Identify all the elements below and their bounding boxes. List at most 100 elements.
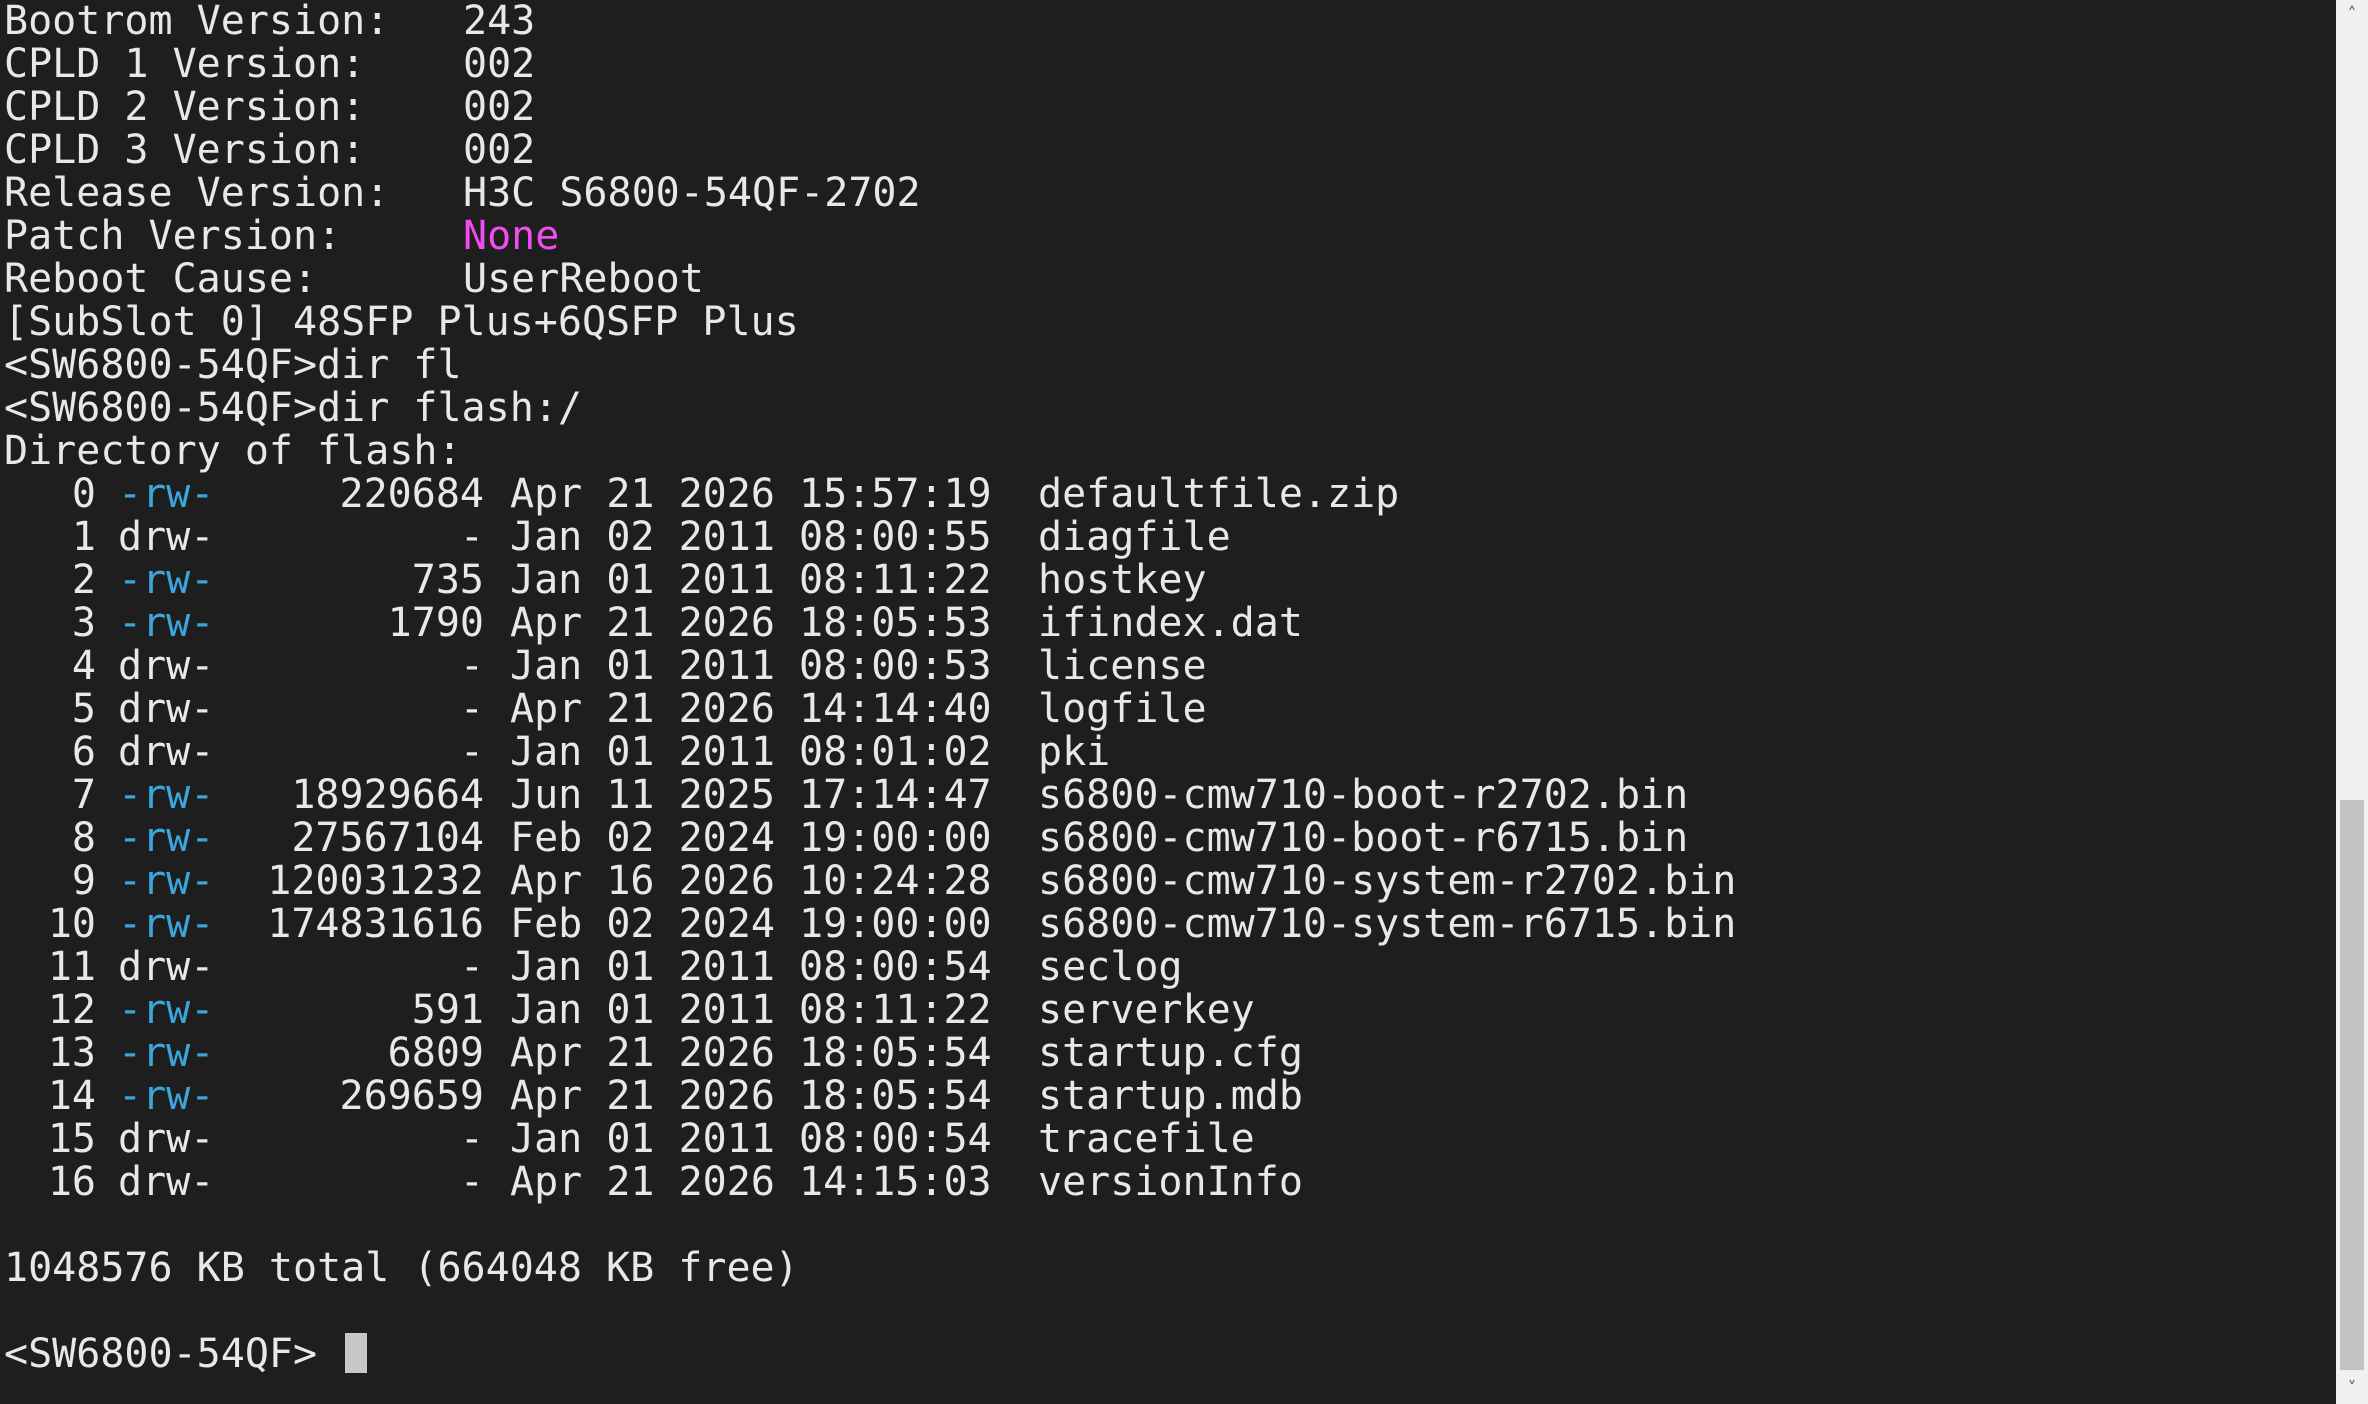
file-size: - [459,643,484,689]
storage-summary: 1048576 KB total (664048 KB free) [4,1245,799,1291]
version-label: CPLD 2 Version: [4,84,366,130]
version-label: Bootrom Version: [4,0,390,44]
file-permissions: drw- [118,686,215,732]
file-name: versionInfo [1038,1159,1303,1205]
file-row: 9 -rw- 120031232 Apr 16 2026 10:24:28 s6800-… [0,860,2336,903]
file-row: 1 drw- - Jan 02 2011 08:00:55 diagfile [0,516,2336,559]
file-row: 11 drw- - Jan 01 2011 08:00:54 seclog [0,946,2336,989]
file-index: 6 [71,729,96,775]
file-name: logfile [1038,686,1207,732]
version-info-block: Bootrom Version: 243 CPLD 1 Version: 002 CPL… [0,0,2336,301]
file-date: Jan 01 2011 08:00:54 [510,944,992,990]
version-info-line: Release Version: H3C S6800-54QF-2702 [0,172,2336,215]
version-label: Release Version: [4,170,390,216]
chevron-up-icon[interactable]: ˄ [2336,0,2368,30]
file-size: 6809 [387,1030,484,1076]
file-index: 1 [71,514,96,560]
file-listing: 0 -rw- 220684 Apr 21 2026 15:57:19 defaultfi… [0,473,2336,1204]
file-permissions: drw- [118,514,215,560]
version-info-line: Patch Version: None [0,215,2336,258]
file-permissions: drw- [118,1159,215,1205]
file-row: 10 -rw- 174831616 Feb 02 2024 19:00:00 s6800… [0,903,2336,946]
file-date: Apr 21 2026 15:57:19 [510,471,992,517]
file-permissions: -rw- [118,858,215,904]
chevron-down-icon[interactable]: ˅ [2336,1374,2368,1404]
file-index: 16 [47,1159,96,1205]
file-name: serverkey [1038,987,1255,1033]
version-value: None [463,213,560,259]
file-index: 14 [47,1073,96,1119]
file-size: 220684 [339,471,485,517]
file-name: diagfile [1038,514,1231,560]
file-row: 16 drw- - Apr 21 2026 14:15:03 versionInfo [0,1161,2336,1204]
file-permissions: -rw- [118,471,215,517]
file-name: ifindex.dat [1038,600,1303,646]
file-permissions: drw- [118,729,215,775]
file-date: Jan 01 2011 08:11:22 [510,557,992,603]
command-line: <SW6800-54QF>dir flash:/ [4,385,582,431]
file-name: hostkey [1038,557,1207,603]
version-info-line: CPLD 3 Version: 002 [0,129,2336,172]
file-size: 269659 [339,1073,485,1119]
file-index: 12 [47,987,96,1033]
file-row: 0 -rw- 220684 Apr 21 2026 15:57:19 defaultfi… [0,473,2336,516]
file-date: Feb 02 2024 19:00:00 [510,901,992,947]
file-date: Apr 21 2026 18:05:54 [510,1030,992,1076]
file-index: 4 [71,643,96,689]
file-size: - [459,729,484,775]
version-value: 002 [463,41,536,87]
version-info-line: Reboot Cause: UserReboot [0,258,2336,301]
file-row: 6 drw- - Jan 01 2011 08:01:02 pki [0,731,2336,774]
file-size: - [459,686,484,732]
file-name: s6800-cmw710-boot-r2702.bin [1038,772,1689,818]
file-name: s6800-cmw710-boot-r6715.bin [1038,815,1689,861]
file-date: Feb 02 2024 19:00:00 [510,815,992,861]
file-index: 7 [71,772,96,818]
file-name: license [1038,643,1207,689]
file-permissions: -rw- [118,1030,215,1076]
text-cursor [345,1333,368,1373]
version-label: Patch Version: [4,213,342,259]
vertical-scrollbar[interactable]: ˄ ˅ [2336,0,2368,1404]
scrollbar-thumb[interactable] [2340,800,2364,1370]
file-name: seclog [1038,944,1183,990]
terminal-window[interactable]: Bootrom Version: 243 CPLD 1 Version: 002 CPL… [0,0,2336,1404]
file-size: - [459,944,484,990]
command-prompt[interactable]: <SW6800-54QF> [0,1333,2336,1376]
file-date: Jun 11 2025 17:14:47 [510,772,992,818]
file-size: 1790 [387,600,484,646]
file-index: 5 [71,686,96,732]
file-row: 4 drw- - Jan 01 2011 08:00:53 license [0,645,2336,688]
file-size: 120031232 [267,858,484,904]
file-name: pki [1038,729,1111,775]
file-size: 591 [411,987,484,1033]
version-value: 002 [463,127,536,173]
file-date: Jan 01 2011 08:00:54 [510,1116,992,1162]
version-value: UserReboot [463,256,704,302]
file-date: Jan 02 2011 08:00:55 [510,514,992,560]
version-info-line: CPLD 2 Version: 002 [0,86,2336,129]
file-date: Apr 16 2026 10:24:28 [510,858,992,904]
file-permissions: drw- [118,944,215,990]
file-index: 9 [71,858,96,904]
file-name: tracefile [1038,1116,1255,1162]
file-row: 2 -rw- 735 Jan 01 2011 08:11:22 hostkey [0,559,2336,602]
file-permissions: -rw- [118,815,215,861]
file-permissions: -rw- [118,557,215,603]
file-row: 3 -rw- 1790 Apr 21 2026 18:05:53 ifindex.dat [0,602,2336,645]
file-index: 10 [47,901,96,947]
version-info-line: CPLD 1 Version: 002 [0,43,2336,86]
file-size: - [459,1116,484,1162]
file-date: Apr 21 2026 18:05:54 [510,1073,992,1119]
file-size: - [459,1159,484,1205]
file-row: 7 -rw- 18929664 Jun 11 2025 17:14:47 s6800-c… [0,774,2336,817]
file-permissions: -rw- [118,987,215,1033]
file-size: 174831616 [267,901,484,947]
file-row: 5 drw- - Apr 21 2026 14:14:40 logfile [0,688,2336,731]
file-date: Apr 21 2026 18:05:53 [510,600,992,646]
file-index: 0 [71,471,96,517]
file-permissions: drw- [118,643,215,689]
file-index: 3 [71,600,96,646]
